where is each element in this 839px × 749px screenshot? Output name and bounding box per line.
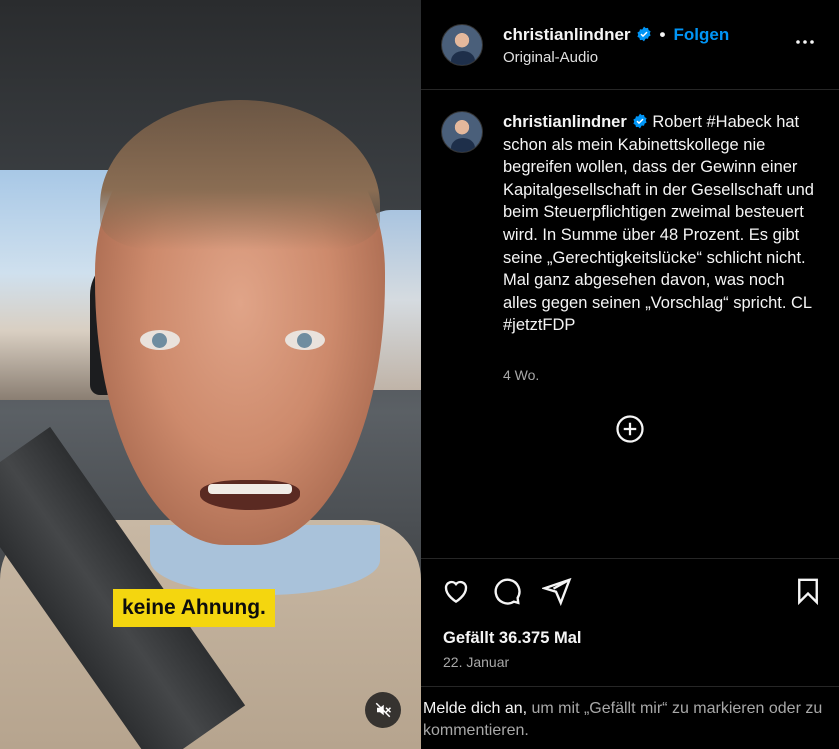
- muted-speaker-icon: [375, 702, 392, 718]
- right-eye: [285, 330, 325, 350]
- comment-icon[interactable]: [492, 576, 522, 606]
- header-user-row: christianlindner • Folgen: [503, 25, 729, 45]
- post-actions: Gefällt 36.375 Mal 22. Januar: [421, 560, 839, 687]
- separator-dot: •: [659, 25, 666, 44]
- reel-video[interactable]: keine Ahnung.: [0, 0, 421, 749]
- caption-body: Robert #Habeck hat schon als mein Kabine…: [503, 113, 814, 335]
- login-link[interactable]: Melde dich an,: [423, 700, 527, 717]
- mouth: [200, 480, 300, 510]
- verified-badge-icon: [636, 26, 651, 42]
- header-username[interactable]: christianlindner: [503, 25, 631, 44]
- post-side-panel: christianlindner • Folgen Original-Audio c…: [421, 0, 839, 749]
- like-count[interactable]: Gefällt 36.375 Mal: [443, 629, 582, 648]
- post-caption-section: christianlindner Robert #Habeck hat scho…: [421, 91, 839, 559]
- heart-icon[interactable]: [441, 576, 471, 606]
- more-options-icon[interactable]: [793, 30, 817, 54]
- follow-button[interactable]: Folgen: [673, 25, 729, 44]
- hair: [100, 100, 380, 250]
- mute-button[interactable]: [365, 692, 401, 728]
- verified-badge-icon: [633, 113, 647, 129]
- share-icon[interactable]: [542, 576, 572, 606]
- video-subtitle: keine Ahnung.: [113, 589, 275, 627]
- avatar[interactable]: [441, 24, 483, 66]
- plus-circle-icon[interactable]: [615, 414, 645, 444]
- post-time[interactable]: 4 Wo.: [503, 367, 539, 383]
- caption-text: christianlindner Robert #Habeck hat scho…: [503, 111, 821, 337]
- post-date[interactable]: 22. Januar: [443, 654, 509, 670]
- login-prompt: Melde dich an, um mit „Gefällt mir“ zu m…: [421, 688, 839, 742]
- bookmark-icon[interactable]: [793, 576, 823, 606]
- post-header: christianlindner • Folgen Original-Audio: [421, 0, 839, 90]
- left-eye: [140, 330, 180, 350]
- audio-link[interactable]: Original-Audio: [503, 49, 598, 66]
- caption-username[interactable]: christianlindner: [503, 113, 627, 131]
- caption-avatar[interactable]: [441, 111, 483, 153]
